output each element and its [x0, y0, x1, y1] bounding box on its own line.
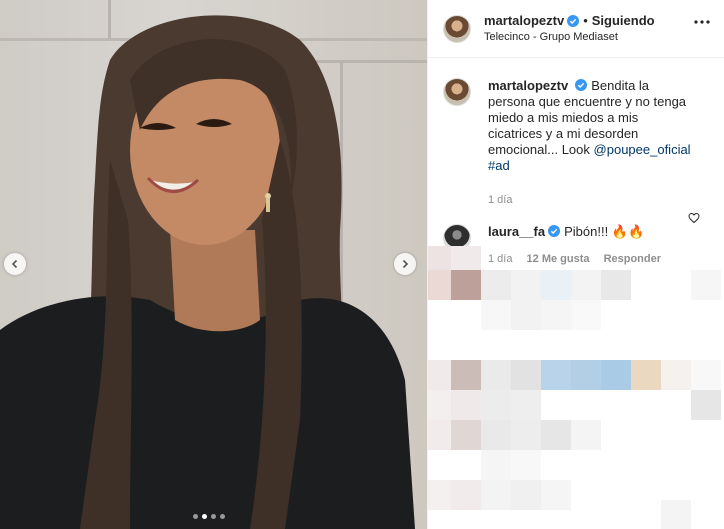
carousel-dot — [211, 514, 216, 519]
carousel-dot-active — [202, 514, 207, 519]
post-photo — [0, 0, 427, 529]
carousel-dot — [193, 514, 198, 519]
carousel-indicator — [193, 514, 225, 519]
verified-badge-icon — [548, 225, 561, 237]
post-sidebar: martalopeztv • Siguiendo Telecinco - Gru… — [427, 0, 724, 529]
verified-badge-icon — [575, 79, 588, 91]
post-header: martalopeztv • Siguiendo Telecinco - Gru… — [428, 0, 724, 58]
post-caption: martalopeztv Bendita la persona que encue… — [428, 58, 724, 208]
comment-text: Pibón!!! — [564, 224, 609, 239]
woman-portrait-illustration — [0, 15, 415, 529]
verified-badge-icon — [567, 14, 580, 27]
caption-time[interactable]: 1 día — [488, 194, 512, 206]
comment-username[interactable]: laura__fa — [488, 224, 545, 239]
fire-emoji: 🔥🔥 — [611, 224, 645, 239]
caption-username[interactable]: martalopeztv — [488, 78, 568, 93]
location-link[interactable]: Telecinco - Grupo Mediaset — [484, 31, 655, 45]
carousel-next-button[interactable] — [394, 253, 416, 275]
chevron-left-icon — [11, 259, 18, 269]
mention-link[interactable]: @poupee_oficial — [594, 142, 691, 157]
more-options-icon[interactable] — [694, 20, 710, 24]
hashtag-link[interactable]: #ad — [488, 158, 510, 173]
chevron-right-icon — [402, 259, 409, 269]
obscured-comments-area — [428, 246, 724, 529]
following-button[interactable]: Siguiendo — [592, 13, 655, 29]
carousel-previous-button[interactable] — [4, 253, 26, 275]
heart-icon[interactable] — [688, 212, 700, 224]
avatar[interactable] — [443, 78, 471, 106]
author-username[interactable]: martalopeztv — [484, 13, 564, 29]
avatar[interactable] — [443, 14, 471, 43]
carousel-dot — [220, 514, 225, 519]
separator: • — [583, 12, 588, 28]
